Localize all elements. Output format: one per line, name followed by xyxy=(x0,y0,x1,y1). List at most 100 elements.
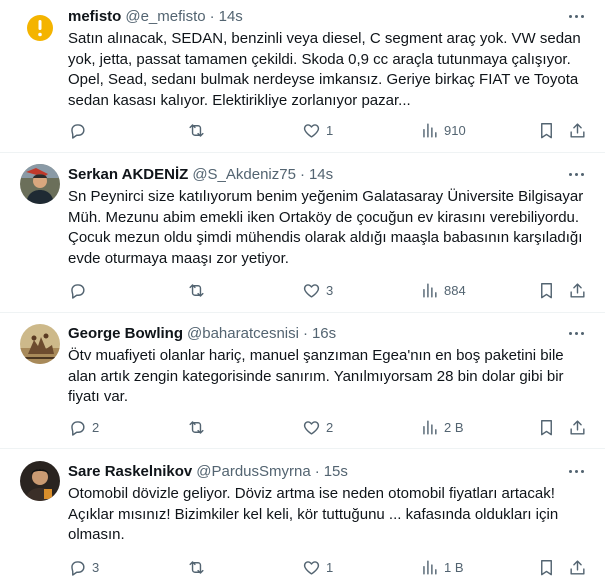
share-icon xyxy=(570,559,585,575)
user-name[interactable]: Serkan AKDENİZ xyxy=(68,166,188,183)
tweet[interactable]: mefisto @e_mefisto · 14s Satın alınacak,… xyxy=(0,0,605,153)
retweet-icon xyxy=(189,420,204,434)
share-button[interactable] xyxy=(568,415,587,439)
avatar-photo-icon xyxy=(20,164,60,204)
share-button[interactable] xyxy=(568,118,587,142)
share-icon xyxy=(570,419,585,435)
views-button[interactable]: 884 xyxy=(420,278,466,302)
avatar-photo-icon xyxy=(20,461,60,501)
reply-button[interactable] xyxy=(68,278,92,302)
bookmark-icon xyxy=(541,122,552,138)
reply-count: 2 xyxy=(92,419,100,435)
bookmark-button[interactable] xyxy=(537,278,556,302)
views-button[interactable]: 2 B xyxy=(420,415,464,439)
user-handle[interactable]: @S_Akdeniz75 xyxy=(192,166,296,183)
bookmark-button[interactable] xyxy=(537,118,556,142)
bookmark-icon xyxy=(541,419,552,435)
avatar-painting-icon xyxy=(20,324,60,364)
views-bar-chart-icon xyxy=(423,122,437,138)
retweet-button[interactable] xyxy=(187,555,211,579)
bookmark-button[interactable] xyxy=(537,555,556,579)
retweet-button[interactable] xyxy=(187,415,211,439)
reply-count: 3 xyxy=(92,559,100,575)
reply-icon xyxy=(71,560,85,576)
tweet-text: Ötv muafiyeti olanlar hariç, manuel şanz… xyxy=(68,347,564,405)
separator-dot: · xyxy=(302,324,308,342)
view-count: 884 xyxy=(444,282,466,298)
like-button[interactable]: 1 xyxy=(302,118,333,142)
user-handle[interactable]: @baharatcesnisi xyxy=(187,325,299,342)
more-options-icon[interactable] xyxy=(561,164,591,184)
heart-icon xyxy=(303,560,320,575)
like-count: 2 xyxy=(326,419,334,435)
heart-icon xyxy=(303,420,320,435)
tweet[interactable]: Sare Raskelnikov @PardusSmyrna · 15s Oto… xyxy=(0,449,605,587)
user-handle[interactable]: @e_mefisto xyxy=(125,8,205,25)
tweet-actions: 2 2 2 B xyxy=(60,415,600,439)
user-handle[interactable]: @PardusSmyrna xyxy=(196,463,310,480)
views-button[interactable]: 1 B xyxy=(420,555,464,579)
timestamp[interactable]: 15s xyxy=(324,463,348,480)
tweet-text: Otomobil dövizle geliyor. Döviz artma is… xyxy=(68,485,559,543)
tweet-text: Sn Peynirci size katılıyorum benim yeğen… xyxy=(68,188,584,267)
share-button[interactable] xyxy=(568,278,587,302)
heart-icon xyxy=(303,283,320,298)
share-button[interactable] xyxy=(568,555,587,579)
view-count: 910 xyxy=(444,122,466,138)
like-count: 1 xyxy=(326,559,334,575)
avatar[interactable] xyxy=(20,164,60,204)
retweet-button[interactable] xyxy=(187,118,211,142)
user-name[interactable]: mefisto xyxy=(68,8,121,25)
tweet[interactable]: Serkan AKDENİZ @S_Akdeniz75 · 14s Sn Pey… xyxy=(0,153,605,313)
tweet-header: Sare Raskelnikov @PardusSmyrna · 15s xyxy=(68,461,348,481)
reply-icon xyxy=(71,123,85,139)
like-button[interactable]: 3 xyxy=(302,278,333,302)
avatar[interactable] xyxy=(20,461,60,501)
more-options-icon[interactable] xyxy=(561,6,591,26)
share-icon xyxy=(570,122,585,138)
tweet-actions: 3 1 1 B xyxy=(60,555,600,579)
view-count: 2 B xyxy=(444,419,464,435)
avatar[interactable] xyxy=(20,8,60,48)
separator-dot: · xyxy=(314,462,320,480)
bookmark-icon xyxy=(541,282,552,298)
retweet-icon xyxy=(189,123,204,137)
avatar-alert-icon xyxy=(20,8,60,48)
retweet-button[interactable] xyxy=(187,278,211,302)
views-bar-chart-icon xyxy=(423,559,437,575)
views-bar-chart-icon xyxy=(423,282,437,298)
user-name[interactable]: George Bowling xyxy=(68,325,183,342)
views-bar-chart-icon xyxy=(423,419,437,435)
separator-dot: · xyxy=(209,7,215,25)
views-button[interactable]: 910 xyxy=(420,118,466,142)
retweet-icon xyxy=(189,283,204,297)
share-icon xyxy=(570,282,585,298)
more-options-icon[interactable] xyxy=(561,323,591,343)
like-button[interactable]: 2 xyxy=(302,415,333,439)
like-count: 1 xyxy=(326,122,334,138)
timestamp[interactable]: 16s xyxy=(312,325,336,342)
separator-dot: · xyxy=(299,165,305,183)
reply-button[interactable]: 2 xyxy=(68,415,99,439)
tweet-actions: 3 884 xyxy=(60,278,600,302)
like-count: 3 xyxy=(326,282,334,298)
tweet-header: mefisto @e_mefisto · 14s xyxy=(68,6,243,26)
avatar[interactable] xyxy=(20,324,60,364)
bookmark-icon xyxy=(541,559,552,575)
timestamp[interactable]: 14s xyxy=(219,8,243,25)
reply-button[interactable] xyxy=(68,118,92,142)
view-count: 1 B xyxy=(444,559,464,575)
timestamp[interactable]: 14s xyxy=(309,166,333,183)
tweet-header: Serkan AKDENİZ @S_Akdeniz75 · 14s xyxy=(68,164,333,184)
reply-button[interactable]: 3 xyxy=(68,555,99,579)
tweet-text: Satın alınacak, SEDAN, benzinli veya die… xyxy=(68,30,581,109)
retweet-icon xyxy=(189,560,204,574)
more-options-icon[interactable] xyxy=(561,461,591,481)
tweet[interactable]: George Bowling @baharatcesnisi · 16s Ötv… xyxy=(0,313,605,449)
like-button[interactable]: 1 xyxy=(302,555,333,579)
tweet-header: George Bowling @baharatcesnisi · 16s xyxy=(68,323,336,343)
heart-icon xyxy=(303,123,320,138)
bookmark-button[interactable] xyxy=(537,415,556,439)
reply-icon xyxy=(71,420,85,436)
user-name[interactable]: Sare Raskelnikov xyxy=(68,463,192,480)
